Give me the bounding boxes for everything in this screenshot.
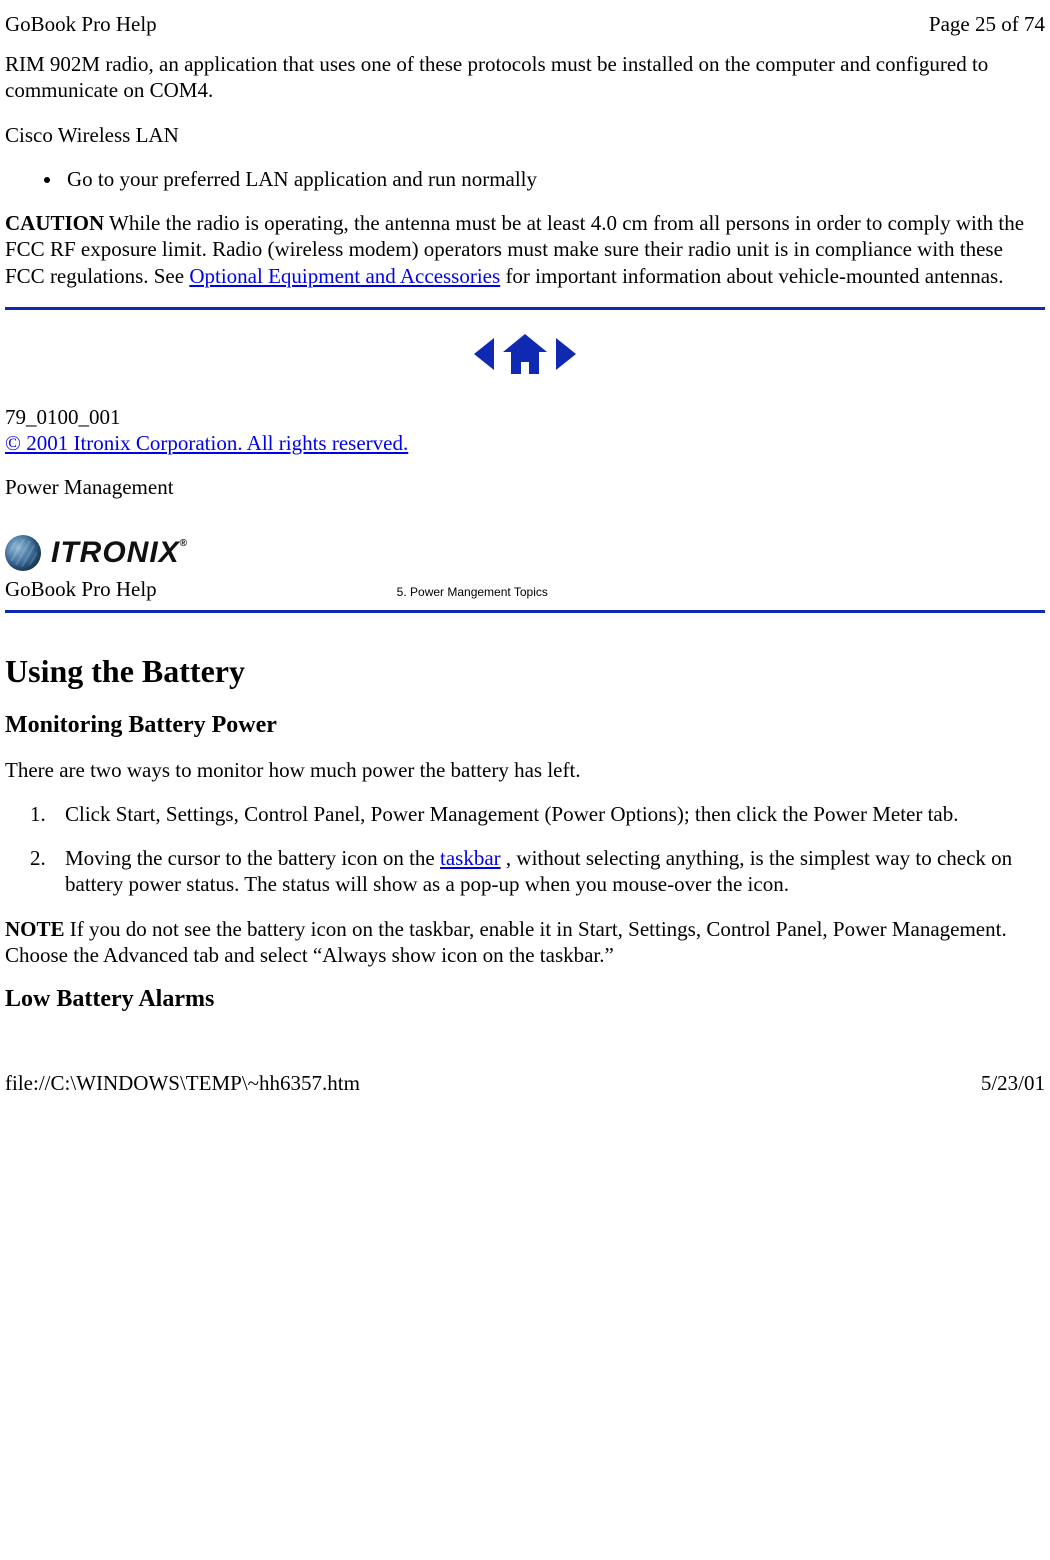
prev-arrow-icon[interactable] <box>474 338 494 370</box>
document-id: 79_0100_001 <box>5 404 1045 430</box>
section-divider <box>5 307 1045 310</box>
step-1: Click Start, Settings, Control Panel, Po… <box>51 801 1045 827</box>
lan-bullet: Go to your preferred LAN application and… <box>63 166 1045 192</box>
section-divider-2 <box>5 610 1045 613</box>
note-label: NOTE <box>5 917 65 941</box>
using-battery-heading: Using the Battery <box>5 653 1045 690</box>
caution-label: CAUTION <box>5 211 104 235</box>
home-icon[interactable] <box>505 334 545 374</box>
globe-icon <box>5 535 41 571</box>
intro-paragraph: RIM 902M radio, an application that uses… <box>5 51 1045 104</box>
copyright-link[interactable]: © 2001 Itronix Corporation. All rights r… <box>5 431 408 455</box>
header-title: GoBook Pro Help <box>5 12 157 37</box>
help-label: GoBook Pro Help <box>5 577 157 602</box>
twoways-paragraph: There are two ways to monitor how much p… <box>5 757 1045 783</box>
step-2a: Moving the cursor to the battery icon on… <box>65 846 440 870</box>
next-arrow-icon[interactable] <box>556 338 576 370</box>
step-2: Moving the cursor to the battery icon on… <box>51 845 1045 898</box>
topic-label: 5. Power Mangement Topics <box>397 585 548 599</box>
taskbar-link[interactable]: taskbar <box>440 846 501 870</box>
optional-equipment-link[interactable]: Optional Equipment and Accessories <box>189 264 500 288</box>
footer-path: file://C:\WINDOWS\TEMP\~hh6357.htm <box>5 1071 360 1096</box>
nav-icon-row <box>5 334 1045 374</box>
low-battery-heading: Low Battery Alarms <box>5 986 1045 1013</box>
page-number: Page 25 of 74 <box>929 12 1045 37</box>
note-paragraph: NOTE If you do not see the battery icon … <box>5 916 1045 969</box>
brand-logo: ITRONIX® <box>5 535 1045 571</box>
monitoring-heading: Monitoring Battery Power <box>5 712 1045 739</box>
caution-paragraph: CAUTION While the radio is operating, th… <box>5 210 1045 289</box>
cisco-heading: Cisco Wireless LAN <box>5 122 1045 148</box>
footer-date: 5/23/01 <box>981 1071 1045 1096</box>
note-text: If you do not see the battery icon on th… <box>5 917 1007 967</box>
caution-text-2: for important information about vehicle-… <box>500 264 1003 288</box>
section-label: Power Management <box>5 474 1045 500</box>
registered-mark: ® <box>180 538 188 549</box>
brand-name: ITRONIX <box>51 536 180 569</box>
brand-text: ITRONIX® <box>51 536 188 570</box>
